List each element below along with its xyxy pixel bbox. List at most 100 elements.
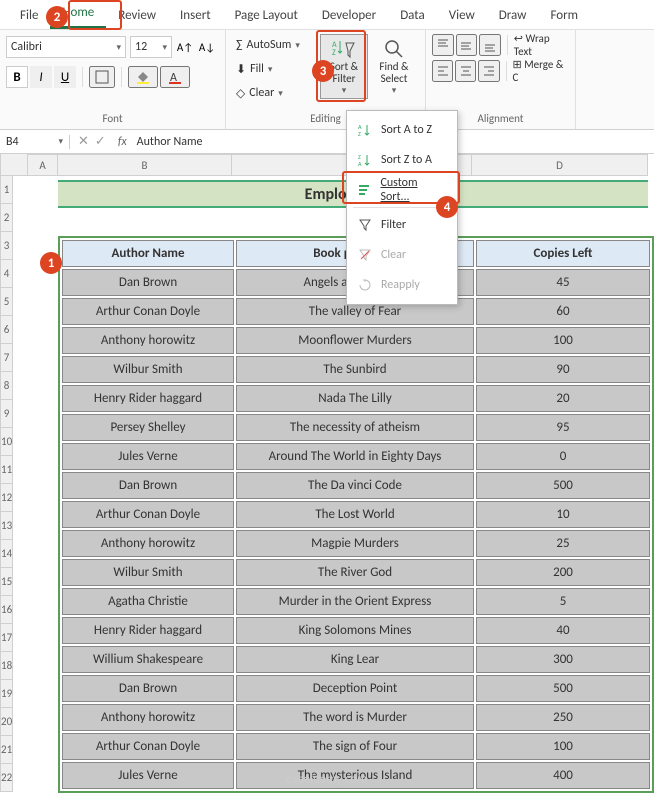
cell[interactable]: Nada The Lilly bbox=[236, 385, 474, 412]
cell[interactable]: Moonflower Murders bbox=[236, 327, 474, 354]
row-header[interactable]: 10 bbox=[0, 428, 13, 456]
cell[interactable]: Willium Shakespeare bbox=[62, 646, 234, 673]
font-color-button[interactable]: A bbox=[160, 66, 190, 88]
tab-developer[interactable]: Developer bbox=[310, 2, 388, 29]
increase-font-button[interactable]: A↑ bbox=[176, 36, 194, 58]
cell[interactable]: The Sunbird bbox=[236, 356, 474, 383]
cell[interactable]: King Solomons Mines bbox=[236, 617, 474, 644]
tab-data[interactable]: Data bbox=[388, 2, 437, 29]
cell[interactable]: 200 bbox=[476, 559, 650, 586]
fill-button[interactable]: ⬇ Fill ▾ bbox=[232, 58, 322, 80]
row-header[interactable]: 13 bbox=[0, 512, 13, 540]
italic-button[interactable]: I bbox=[30, 66, 52, 88]
cell[interactable]: The sign of Four bbox=[236, 733, 474, 760]
cell[interactable]: Dan Brown bbox=[62, 472, 234, 499]
row-header[interactable]: 1 bbox=[0, 176, 13, 204]
tab-page-layout[interactable]: Page Layout bbox=[223, 2, 310, 29]
row-header[interactable]: 8 bbox=[0, 372, 13, 400]
cell[interactable]: Arthur Conan Doyle bbox=[62, 501, 234, 528]
row-header[interactable]: 2 bbox=[0, 204, 13, 232]
bold-button[interactable]: B bbox=[6, 66, 28, 88]
cell[interactable]: 25 bbox=[476, 530, 650, 557]
tab-file[interactable]: File bbox=[8, 2, 50, 29]
cell[interactable]: 100 bbox=[476, 327, 650, 354]
menu-sort-za[interactable]: ZA Sort Z to A bbox=[347, 145, 457, 175]
row-header[interactable]: 20 bbox=[0, 708, 13, 736]
cell[interactable]: Henry Rider haggard bbox=[62, 617, 234, 644]
cell[interactable]: 60 bbox=[476, 298, 650, 325]
header-copies[interactable]: Copies Left bbox=[476, 240, 650, 267]
cell[interactable]: Deception Point bbox=[236, 675, 474, 702]
cell[interactable]: 90 bbox=[476, 356, 650, 383]
col-header-b[interactable]: B bbox=[58, 154, 232, 176]
cell[interactable]: Dan Brown bbox=[62, 269, 234, 296]
row-header[interactable]: 11 bbox=[0, 456, 13, 484]
cell[interactable]: Wilbur Smith bbox=[62, 356, 234, 383]
row-header[interactable]: 17 bbox=[0, 624, 13, 652]
header-author[interactable]: Author Name bbox=[62, 240, 234, 267]
cell[interactable]: 20 bbox=[476, 385, 650, 412]
cell[interactable]: The Lost World bbox=[236, 501, 474, 528]
row-header[interactable]: 18 bbox=[0, 652, 13, 680]
cell[interactable]: Anthony horowitz bbox=[62, 327, 234, 354]
cell[interactable]: Anthony horowitz bbox=[62, 704, 234, 731]
row-header[interactable]: 16 bbox=[0, 596, 13, 624]
cell[interactable]: 0 bbox=[476, 443, 650, 470]
autosum-button[interactable]: ∑ AutoSum ▾ bbox=[232, 34, 322, 56]
row-header[interactable]: 6 bbox=[0, 316, 13, 344]
confirm-icon[interactable]: ✓ bbox=[95, 134, 106, 149]
row-header[interactable]: 21 bbox=[0, 736, 13, 764]
cell[interactable]: 500 bbox=[476, 675, 650, 702]
align-middle-button[interactable] bbox=[456, 34, 478, 56]
fill-color-button[interactable] bbox=[128, 66, 158, 88]
row-header[interactable]: 12 bbox=[0, 484, 13, 512]
align-center-button[interactable] bbox=[455, 60, 476, 82]
cell[interactable]: The necessity of atheism bbox=[236, 414, 474, 441]
row-header[interactable]: 22 bbox=[0, 764, 13, 792]
cell[interactable]: 10 bbox=[476, 501, 650, 528]
cell[interactable]: 400 bbox=[476, 762, 650, 789]
cell[interactable]: 300 bbox=[476, 646, 650, 673]
row-header[interactable]: 5 bbox=[0, 288, 13, 316]
cell[interactable]: Jules Verne bbox=[62, 443, 234, 470]
align-bottom-button[interactable] bbox=[479, 34, 501, 56]
row-header[interactable]: 9 bbox=[0, 400, 13, 428]
row-header[interactable]: 3 bbox=[0, 232, 13, 260]
cell[interactable]: 250 bbox=[476, 704, 650, 731]
cell[interactable]: Dan Brown bbox=[62, 675, 234, 702]
font-size-selector[interactable]: 12 ▾ bbox=[130, 36, 172, 58]
cell[interactable]: Anthony horowitz bbox=[62, 530, 234, 557]
cell[interactable]: 95 bbox=[476, 414, 650, 441]
col-header-d[interactable]: D bbox=[472, 154, 648, 176]
cell[interactable]: Wilbur Smith bbox=[62, 559, 234, 586]
cell[interactable]: 45 bbox=[476, 269, 650, 296]
cell[interactable]: Arthur Conan Doyle bbox=[62, 298, 234, 325]
find-select-button[interactable]: Find & Select ▾ bbox=[370, 34, 418, 99]
wrap-text-button[interactable]: ↩ Wrap Text bbox=[514, 32, 569, 58]
row-header[interactable]: 15 bbox=[0, 568, 13, 596]
decrease-font-button[interactable]: A↓ bbox=[198, 36, 216, 58]
cell[interactable]: Persey Shelley bbox=[62, 414, 234, 441]
cell[interactable]: The River God bbox=[236, 559, 474, 586]
cell[interactable]: 500 bbox=[476, 472, 650, 499]
cancel-icon[interactable]: ✕ bbox=[78, 134, 89, 149]
tab-format[interactable]: Form bbox=[538, 2, 590, 29]
merge-center-button[interactable]: ⊞ Merge & C bbox=[513, 58, 570, 84]
cell[interactable]: 5 bbox=[476, 588, 650, 615]
row-header[interactable]: 4 bbox=[0, 260, 13, 288]
cell[interactable]: Arthur Conan Doyle bbox=[62, 733, 234, 760]
cell[interactable]: Magpie Murders bbox=[236, 530, 474, 557]
align-left-button[interactable] bbox=[432, 60, 453, 82]
fx-icon[interactable]: fx bbox=[114, 135, 131, 149]
tab-draw[interactable]: Draw bbox=[487, 2, 539, 29]
borders-button[interactable] bbox=[89, 66, 115, 88]
row-header[interactable]: 14 bbox=[0, 540, 13, 568]
cell[interactable]: Murder in the Orient Express bbox=[236, 588, 474, 615]
col-header-a[interactable]: A bbox=[28, 154, 58, 176]
row-header[interactable]: 19 bbox=[0, 680, 13, 708]
menu-sort-az[interactable]: AZ Sort A to Z bbox=[347, 115, 457, 145]
tab-view[interactable]: View bbox=[437, 2, 487, 29]
align-right-button[interactable] bbox=[478, 60, 499, 82]
font-name-selector[interactable]: Calibri ▾ bbox=[6, 36, 126, 58]
cell[interactable]: King Lear bbox=[236, 646, 474, 673]
